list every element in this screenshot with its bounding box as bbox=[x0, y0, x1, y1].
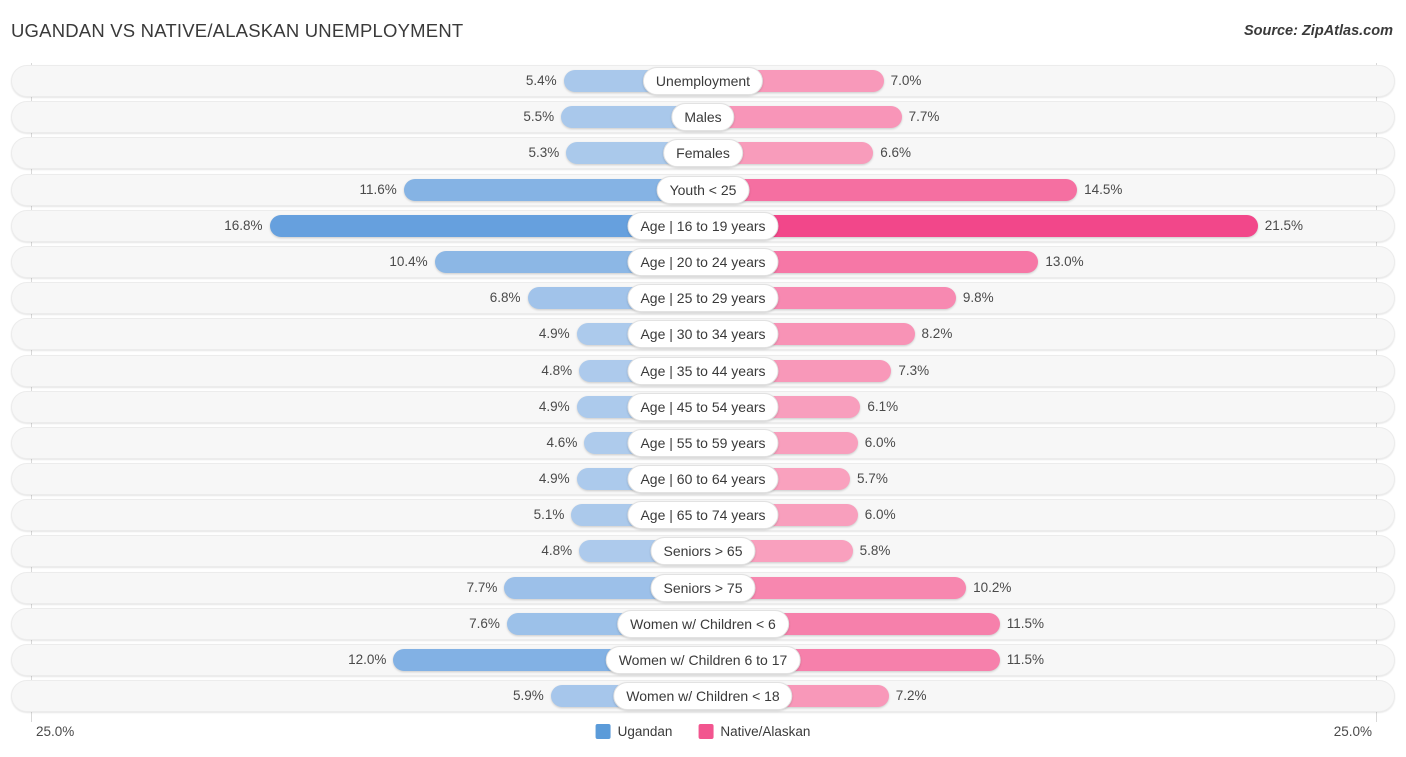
value-label-ugandan: 4.9% bbox=[538, 471, 570, 487]
value-label-ugandan: 4.9% bbox=[538, 398, 570, 414]
chart-row: 6.8% 9.8% Age | 25 to 29 years bbox=[11, 280, 1395, 316]
value-label-native-alaskan: 14.5% bbox=[1084, 181, 1123, 197]
chart-row: 4.8% 7.3% Age | 35 to 44 years bbox=[11, 353, 1395, 389]
value-label-native-alaskan: 6.0% bbox=[864, 507, 896, 523]
category-label: Age | 45 to 54 years bbox=[627, 392, 779, 421]
chart-page: UGANDAN VS NATIVE/ALASKAN UNEMPLOYMENT S… bbox=[0, 0, 1406, 757]
legend-swatch-icon bbox=[698, 724, 714, 739]
chart-row: 12.0% 11.5% Women w/ Children 6 to 17 bbox=[11, 642, 1395, 678]
category-label: Women w/ Children < 18 bbox=[613, 682, 793, 711]
chart-row: 11.6% 14.5% Youth < 25 bbox=[11, 172, 1395, 208]
value-label-native-alaskan: 6.6% bbox=[880, 145, 912, 161]
value-label-ugandan: 7.6% bbox=[469, 615, 500, 631]
chart-row: 10.4% 13.0% Age | 20 to 24 years bbox=[11, 244, 1395, 280]
chart-row: 5.1% 6.0% Age | 65 to 74 years bbox=[11, 497, 1395, 533]
value-label-native-alaskan: 13.0% bbox=[1045, 253, 1084, 269]
chart-row: 4.9% 8.2% Age | 30 to 34 years bbox=[11, 316, 1395, 352]
chart-footer: 25.0% 25.0% Ugandan Native/Alaskan bbox=[0, 718, 1406, 757]
category-label: Age | 20 to 24 years bbox=[627, 247, 779, 276]
value-label-ugandan: 5.3% bbox=[528, 145, 560, 161]
category-label: Seniors > 75 bbox=[650, 573, 756, 602]
chart-row: 5.3% 6.6% Females bbox=[11, 135, 1395, 171]
value-label-native-alaskan: 8.2% bbox=[921, 326, 953, 342]
value-label-native-alaskan: 5.8% bbox=[859, 543, 891, 559]
category-label: Women w/ Children < 6 bbox=[617, 609, 789, 638]
legend-label: Native/Alaskan bbox=[720, 724, 811, 739]
page-title: UGANDAN VS NATIVE/ALASKAN UNEMPLOYMENT bbox=[11, 20, 464, 41]
legend-item: Native/Alaskan bbox=[698, 724, 810, 739]
category-label: Age | 30 to 34 years bbox=[627, 320, 779, 349]
value-label-ugandan: 7.7% bbox=[466, 579, 498, 595]
chart-row: 4.8% 5.8% Seniors > 65 bbox=[11, 533, 1395, 569]
value-label-native-alaskan: 7.2% bbox=[895, 688, 927, 704]
category-label: Unemployment bbox=[642, 67, 764, 95]
value-label-native-alaskan: 11.5% bbox=[1006, 652, 1044, 667]
chart-plot-area: 5.4% 7.0% Unemployment 5.5% 7.7% Males 5.3% 6.6… bbox=[11, 63, 1395, 722]
category-label: Seniors > 65 bbox=[650, 537, 756, 566]
category-label: Women w/ Children 6 to 17 bbox=[605, 646, 801, 674]
category-label: Age | 65 to 74 years bbox=[627, 501, 779, 530]
category-label: Age | 60 to 64 years bbox=[627, 465, 779, 494]
value-label-ugandan: 4.8% bbox=[541, 362, 573, 378]
value-label-native-alaskan: 7.3% bbox=[898, 362, 930, 378]
chart-legend: Ugandan Native/Alaskan bbox=[595, 724, 810, 739]
category-label: Youth < 25 bbox=[656, 175, 750, 204]
value-label-ugandan: 5.5% bbox=[523, 109, 555, 125]
chart-row: 7.6% 11.5% Women w/ Children < 6 bbox=[11, 606, 1395, 642]
legend-label: Ugandan bbox=[617, 724, 673, 739]
bar-native-alaskan bbox=[703, 214, 1258, 237]
value-label-native-alaskan: 9.8% bbox=[962, 290, 994, 306]
legend-item: Ugandan bbox=[595, 724, 673, 739]
value-label-native-alaskan: 21.5% bbox=[1264, 217, 1303, 233]
value-label-native-alaskan: 7.0% bbox=[890, 73, 922, 88]
legend-swatch-icon bbox=[595, 724, 611, 739]
value-label-native-alaskan: 10.2% bbox=[973, 579, 1012, 595]
value-label-ugandan: 5.9% bbox=[513, 688, 544, 704]
value-label-ugandan: 10.4% bbox=[389, 253, 428, 269]
category-label: Females bbox=[663, 139, 743, 168]
axis-min-label: 25.0% bbox=[36, 724, 75, 739]
axis-max-label: 25.0% bbox=[1333, 724, 1372, 739]
value-label-ugandan: 6.8% bbox=[489, 290, 521, 306]
value-label-ugandan: 12.0% bbox=[348, 652, 387, 667]
category-label: Age | 16 to 19 years bbox=[627, 211, 779, 240]
category-label: Males bbox=[671, 103, 735, 132]
value-label-native-alaskan: 6.0% bbox=[864, 434, 896, 450]
chart-row: 4.6% 6.0% Age | 55 to 59 years bbox=[11, 425, 1395, 461]
chart-row: 7.7% 10.2% Seniors > 75 bbox=[11, 570, 1395, 606]
value-label-native-alaskan: 11.5% bbox=[1006, 615, 1044, 631]
value-label-ugandan: 5.1% bbox=[533, 507, 565, 523]
value-label-ugandan: 4.8% bbox=[541, 543, 573, 559]
chart-row: 5.5% 7.7% Males bbox=[11, 99, 1395, 135]
value-label-ugandan: 16.8% bbox=[224, 217, 263, 233]
value-label-ugandan: 4.9% bbox=[538, 326, 570, 342]
category-label: Age | 55 to 59 years bbox=[627, 428, 779, 457]
category-label: Age | 35 to 44 years bbox=[627, 356, 779, 385]
value-label-ugandan: 4.6% bbox=[546, 434, 578, 450]
value-label-native-alaskan: 7.7% bbox=[908, 109, 940, 125]
value-label-ugandan: 11.6% bbox=[359, 181, 397, 197]
source-attribution: Source: ZipAtlas.com bbox=[1243, 23, 1393, 39]
chart-row: 4.9% 5.7% Age | 60 to 64 years bbox=[11, 461, 1395, 497]
value-label-native-alaskan: 5.7% bbox=[857, 471, 888, 487]
category-label: Age | 25 to 29 years bbox=[627, 284, 779, 313]
chart-row: 4.9% 6.1% Age | 45 to 54 years bbox=[11, 389, 1395, 425]
chart-row: 5.9% 7.2% Women w/ Children < 18 bbox=[11, 678, 1395, 714]
bar-native-alaskan bbox=[703, 178, 1078, 201]
chart-row: 5.4% 7.0% Unemployment bbox=[11, 63, 1395, 99]
value-label-ugandan: 5.4% bbox=[525, 73, 557, 88]
value-label-native-alaskan: 6.1% bbox=[867, 398, 899, 414]
chart-row: 16.8% 21.5% Age | 16 to 19 years bbox=[11, 208, 1395, 244]
